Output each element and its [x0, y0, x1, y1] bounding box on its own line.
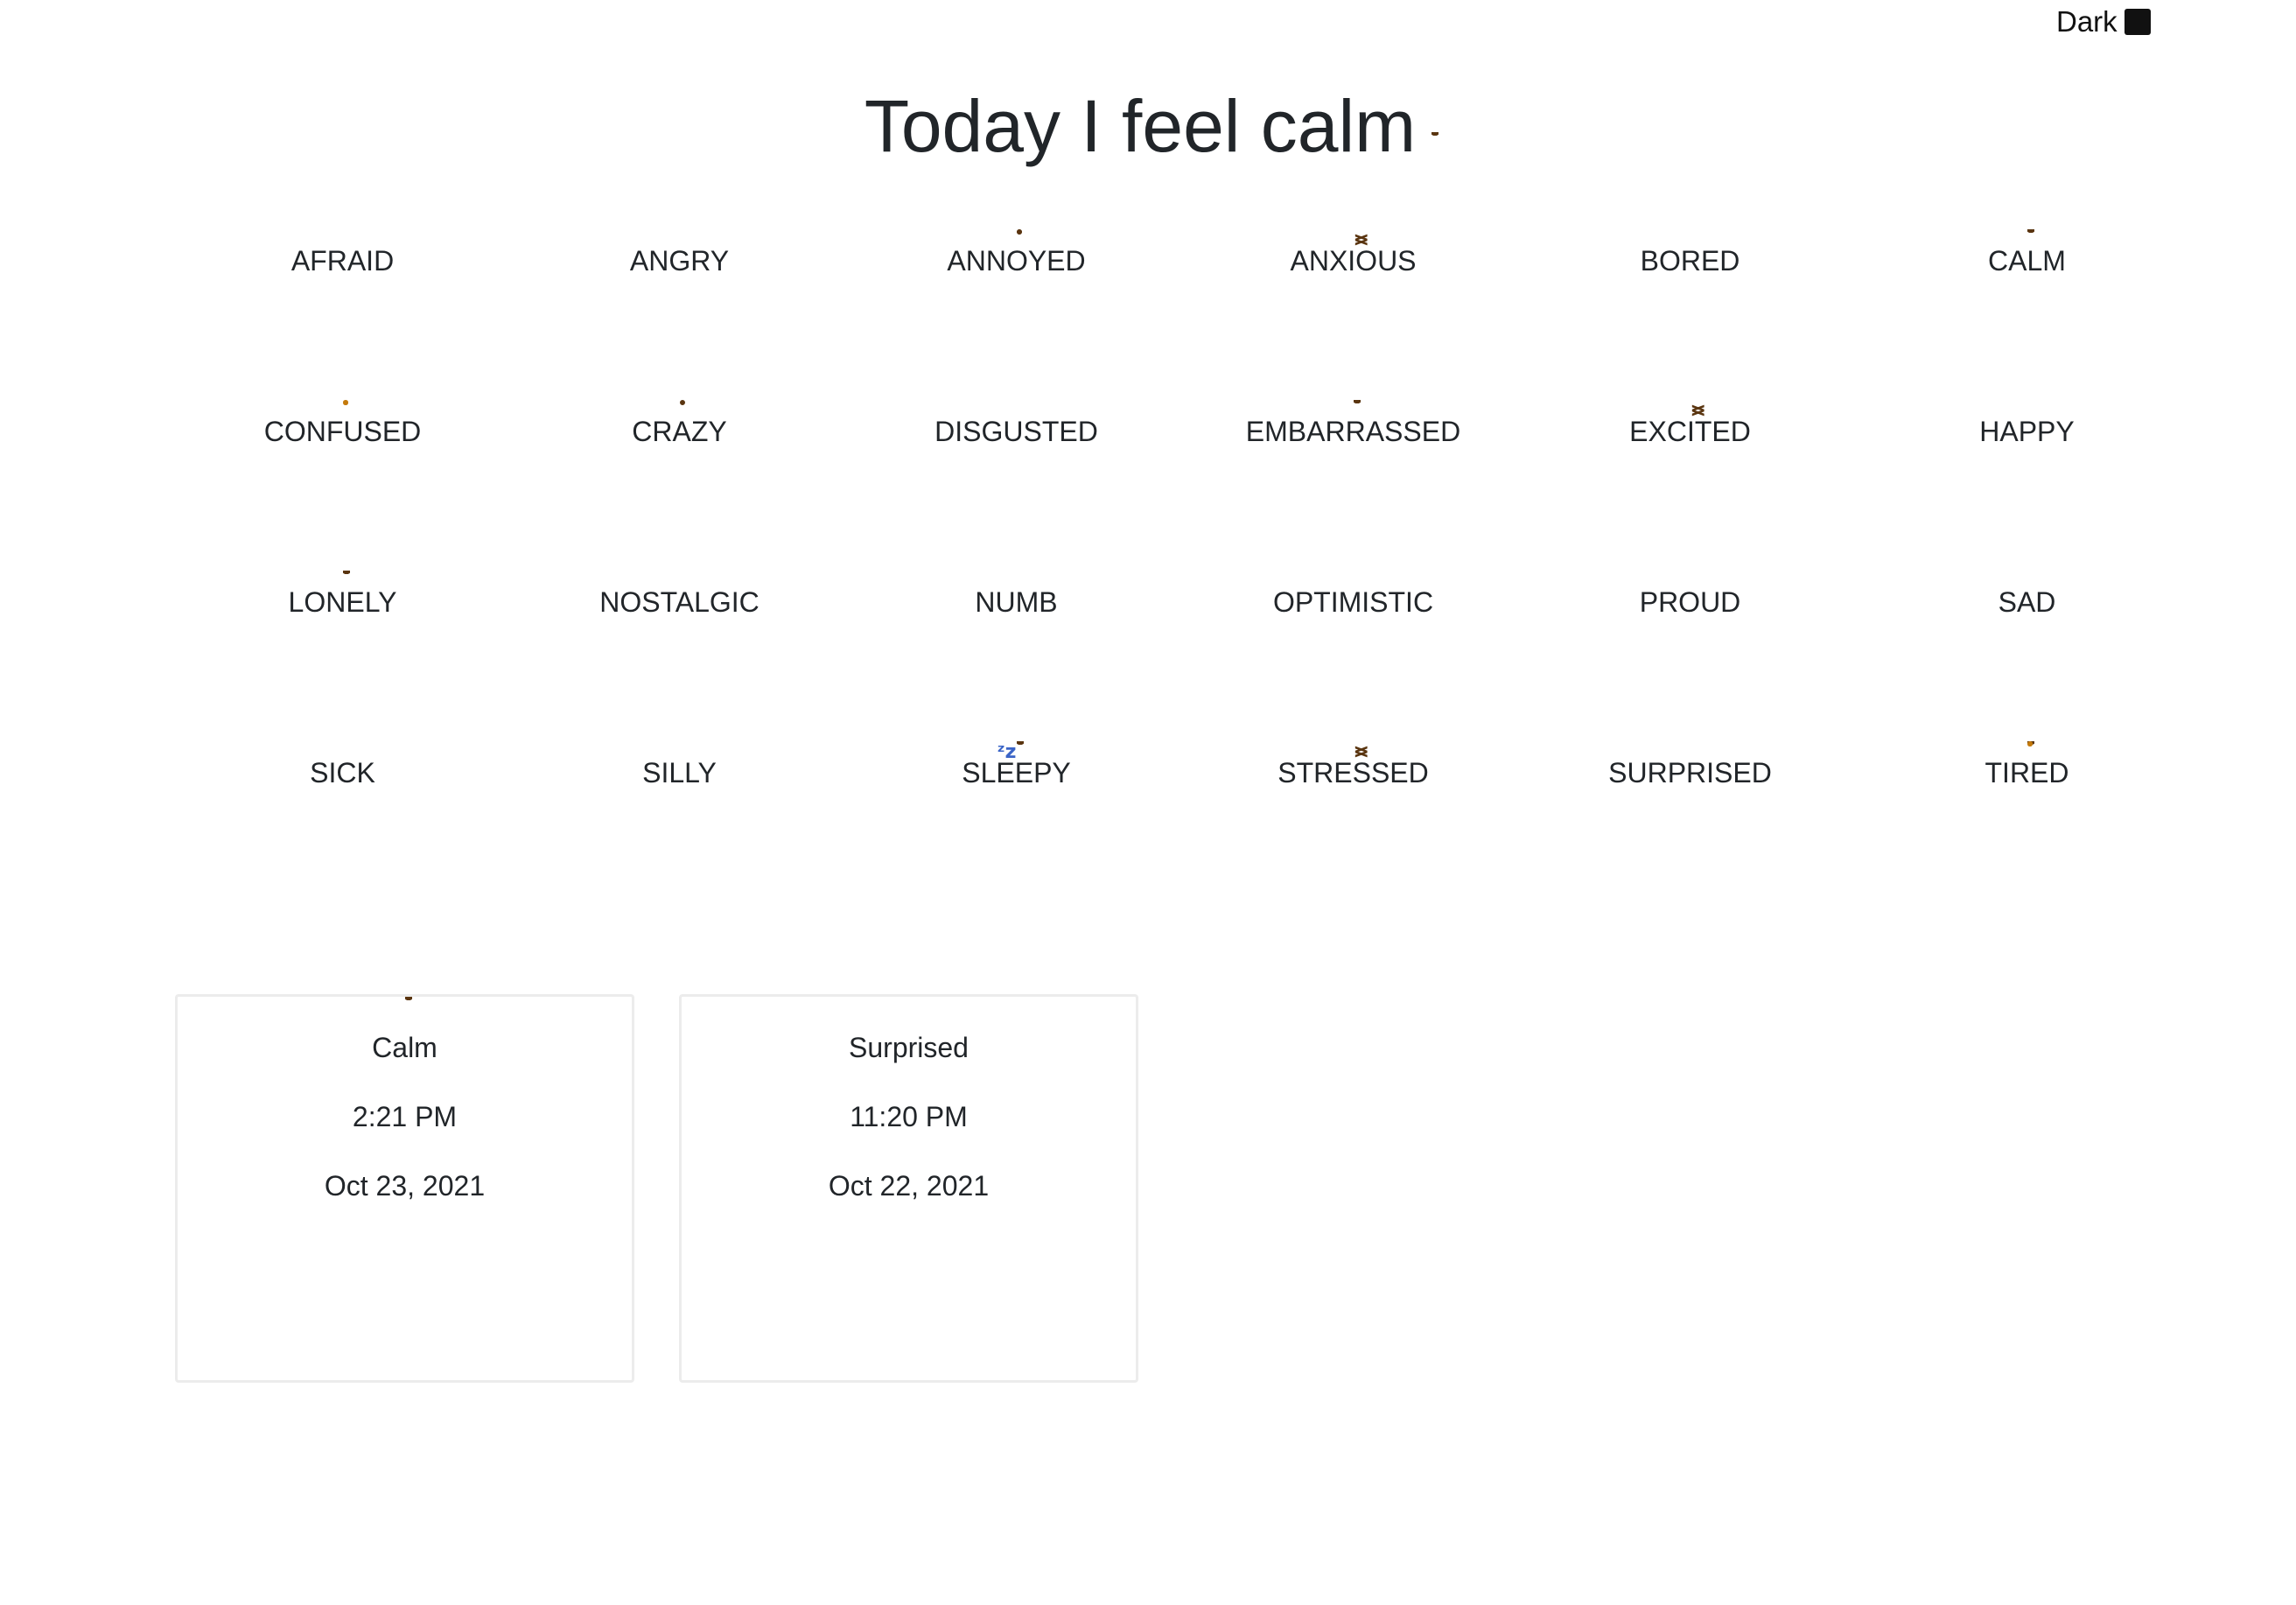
mood-option-calm[interactable]: CALM [1858, 229, 2195, 400]
page-title: Today I feel calm [0, 84, 2296, 169]
mood-option-silly[interactable]: SILLY [511, 741, 848, 912]
mood-option-happy[interactable]: HAPPY [1858, 400, 2195, 571]
mood-label: ANNOYED [947, 245, 1086, 277]
mood-label: SICK [310, 757, 375, 788]
mood-label: EMBARRASSED [1245, 416, 1461, 447]
mood-option-disgusted[interactable]: DISGUSTED [848, 400, 1185, 571]
mood-option-afraid[interactable]: AFRAID [174, 229, 511, 400]
mood-option-optimistic[interactable]: OPTIMISTIC [1185, 571, 1522, 741]
mood-label: SILLY [642, 757, 717, 788]
dark-mode-toggle[interactable]: Dark [2056, 5, 2151, 39]
mood-entry-card[interactable]: Surprised 11:20 PM Oct 22, 2021 [679, 994, 1138, 1383]
mood-label: PROUD [1639, 586, 1741, 618]
entry-mood: Calm [372, 1032, 438, 1063]
black-square-icon [2124, 9, 2151, 35]
mood-option-confused[interactable]: CONFUSED [174, 400, 511, 571]
mood-option-bored[interactable]: BORED [1522, 229, 1858, 400]
mood-label: NOSTALGIC [599, 586, 760, 618]
mood-label: DISGUSTED [934, 416, 1098, 447]
mood-option-sick[interactable]: SICK [174, 741, 511, 912]
entry-time: 2:21 PM [352, 1101, 458, 1132]
page-title-text: Today I feel calm [864, 85, 1417, 167]
mood-grid: AFRAID ANGRY ANNOYED > < ANXIOUS BORED CAL… [174, 229, 2195, 912]
mood-option-proud[interactable]: PROUD [1522, 571, 1858, 741]
mood-label: CONFUSED [263, 416, 422, 447]
entry-mood: Surprised [849, 1032, 969, 1063]
mood-option-crazy[interactable]: CRAZY [511, 400, 848, 571]
mood-entry-card[interactable]: Calm 2:21 PM Oct 23, 2021 [175, 994, 634, 1383]
dark-mode-label: Dark [2056, 5, 2118, 38]
entry-time: 11:20 PM [850, 1101, 968, 1132]
mood-label: NUMB [975, 586, 1058, 618]
mood-option-excited[interactable]: > < EXCITED [1522, 400, 1858, 571]
mood-label: CALM [1988, 245, 2066, 277]
mood-label: SAD [1998, 586, 2056, 618]
mood-label: LONELY [288, 586, 397, 618]
mood-option-sleepy[interactable]: ᶻz SLEEPY [848, 741, 1185, 912]
mood-label: ANGRY [629, 245, 730, 277]
mood-option-surprised[interactable]: SURPRISED [1522, 741, 1858, 912]
mood-option-nostalgic[interactable]: NOSTALGIC [511, 571, 848, 741]
mood-label: TIRED [1984, 757, 2069, 788]
mood-label: HAPPY [1979, 416, 2075, 447]
mood-label: SURPRISED [1608, 757, 1772, 788]
mood-option-angry[interactable]: ANGRY [511, 229, 848, 400]
entry-date: Oct 23, 2021 [324, 1170, 486, 1202]
mood-option-sad[interactable]: SAD [1858, 571, 2195, 741]
mood-option-tired[interactable]: TIRED [1858, 741, 2195, 912]
mood-option-anxious[interactable]: > < ANXIOUS [1185, 229, 1522, 400]
mood-label: CRAZY [632, 416, 727, 447]
mood-option-numb[interactable]: NUMB [848, 571, 1185, 741]
mood-option-embarrassed[interactable]: EMBARRASSED [1185, 400, 1522, 571]
mood-history: Calm 2:21 PM Oct 23, 2021 Surprised 11:2… [175, 994, 1138, 1383]
mood-label: AFRAID [290, 245, 395, 277]
mood-option-lonely[interactable]: LONELY [174, 571, 511, 741]
entry-date: Oct 22, 2021 [828, 1170, 990, 1202]
mood-option-annoyed[interactable]: ANNOYED [848, 229, 1185, 400]
mood-label: OPTIMISTIC [1272, 586, 1434, 618]
mood-option-stressed[interactable]: > < STRESSED [1185, 741, 1522, 912]
mood-label: BORED [1640, 245, 1740, 277]
